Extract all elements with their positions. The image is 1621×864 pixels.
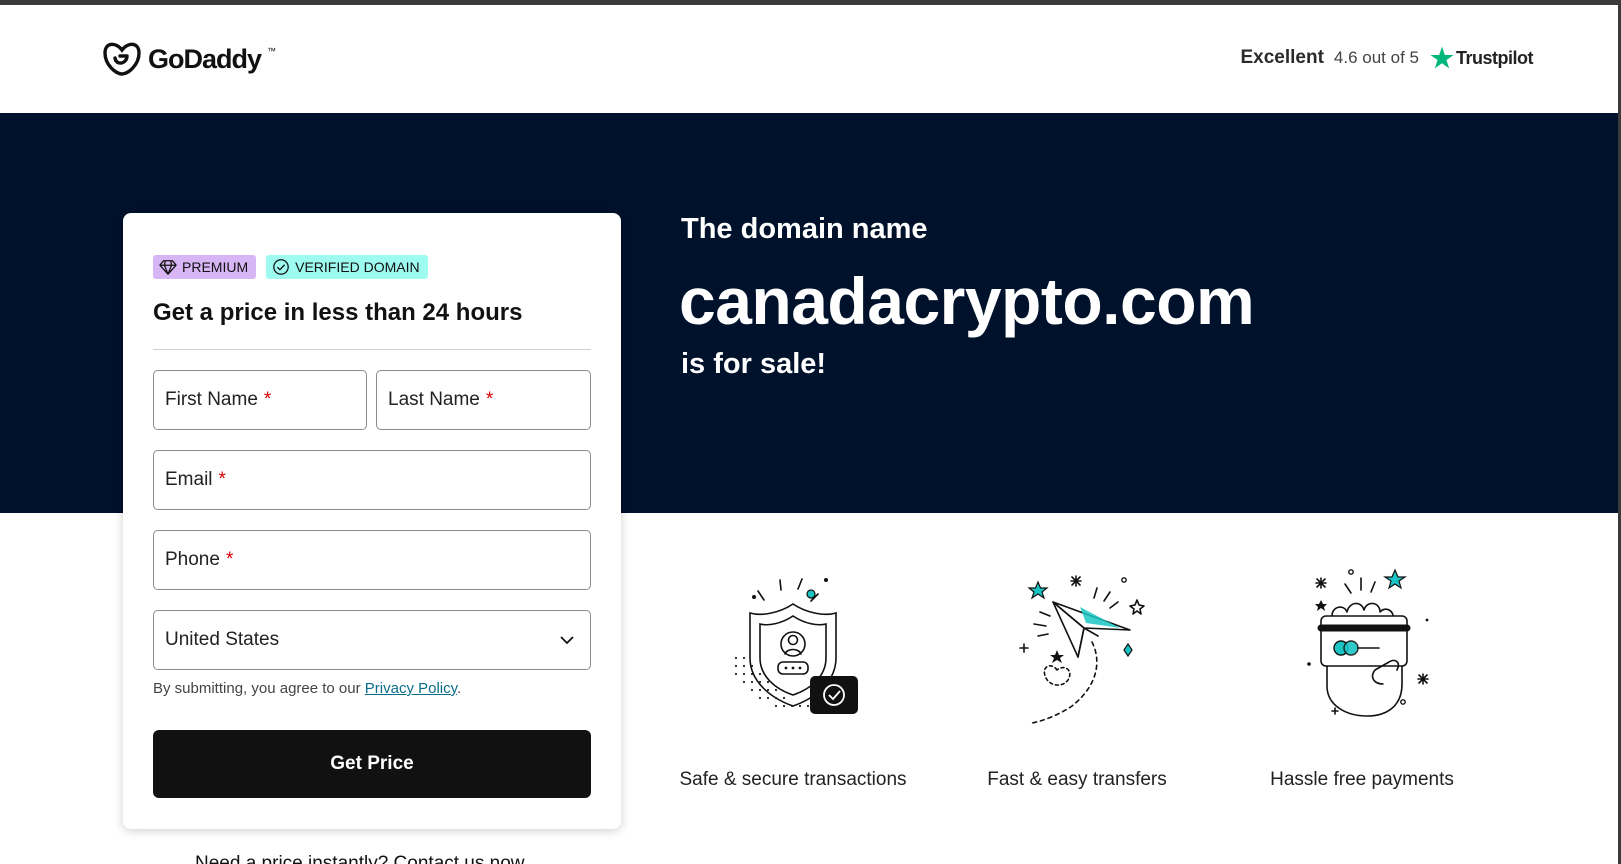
premium-badge: PREMIUM (153, 255, 257, 279)
diamond-icon (159, 260, 177, 275)
paper-plane-icon (1019, 575, 1145, 724)
required-mark: * (485, 389, 494, 410)
shield-icon (734, 578, 858, 714)
required-mark: * (218, 469, 226, 490)
chevron-down-icon (560, 636, 574, 645)
premium-badge-label: PREMIUM (182, 259, 249, 275)
feature-label: Hassle free payments (1270, 769, 1454, 790)
logo-wordmark: GoDaddy (148, 43, 262, 74)
feature-label: Safe & secure transactions (679, 769, 907, 790)
verified-badge-label: VERIFIED DOMAIN (295, 259, 420, 275)
trustpilot-label: Trustpilot (1456, 47, 1534, 68)
phone-label: Phone (165, 549, 220, 570)
instant-price-prompt: Need a price instantly? Contact us now (195, 853, 525, 864)
privacy-policy-link[interactable]: Privacy Policy (365, 680, 457, 697)
email-field[interactable]: Email * (153, 450, 591, 510)
card-payment-icon (1307, 568, 1429, 717)
trustpilot-star-icon (1430, 46, 1454, 69)
consent-prefix: By submitting, you agree to our (153, 680, 365, 697)
first-name-field[interactable]: First Name * (153, 370, 367, 430)
first-name-label: First Name (165, 389, 258, 410)
country-value: United States (165, 629, 280, 650)
required-mark: * (225, 549, 234, 570)
last-name-field[interactable]: Last Name * (376, 370, 591, 430)
email-label: Email (165, 469, 213, 490)
get-price-button[interactable]: Get Price (153, 730, 591, 798)
feature-fast-transfers: Fast & easy transfers (942, 566, 1212, 791)
godaddy-logo-icon (103, 42, 141, 76)
feature-safe-secure: Safe & secure transactions (658, 566, 928, 791)
last-name-label: Last Name (388, 389, 480, 410)
trustpilot-brand: Trustpilot (1429, 45, 1534, 71)
price-request-form: PREMIUM VERIFIED DOMAIN Get a price in l… (123, 213, 621, 829)
site-header: GoDaddy ™ Excellent 4.6 out of 5 Trustpi… (0, 5, 1621, 113)
feature-label: Fast & easy transfers (987, 769, 1167, 790)
rating-word: Excellent (1240, 47, 1324, 68)
hero-posttext: is for sale! (681, 348, 827, 380)
form-divider (153, 349, 591, 350)
rating-score: 4.6 out of 5 (1333, 48, 1419, 67)
trademark-symbol: ™ (267, 46, 277, 56)
trustpilot-rating[interactable]: Excellent 4.6 out of 5 Trustpilot (1240, 45, 1534, 71)
country-select[interactable]: United States (153, 610, 591, 670)
consent-suffix: . (457, 680, 462, 697)
domain-badges: PREMIUM VERIFIED DOMAIN (153, 255, 428, 279)
feature-hassle-free-payments: Hassle free payments (1227, 566, 1497, 791)
consent-text: By submitting, you agree to our Privacy … (153, 680, 461, 697)
hero-pretext: The domain name (681, 213, 928, 245)
required-mark: * (263, 389, 272, 410)
verified-badge: VERIFIED DOMAIN (266, 255, 428, 279)
form-title: Get a price in less than 24 hours (153, 299, 523, 326)
check-circle-icon (273, 259, 289, 275)
hero-domain-name: canadacrypto.com (679, 264, 1255, 338)
phone-field[interactable]: Phone * (153, 530, 591, 590)
godaddy-logo[interactable]: GoDaddy ™ (102, 41, 276, 77)
